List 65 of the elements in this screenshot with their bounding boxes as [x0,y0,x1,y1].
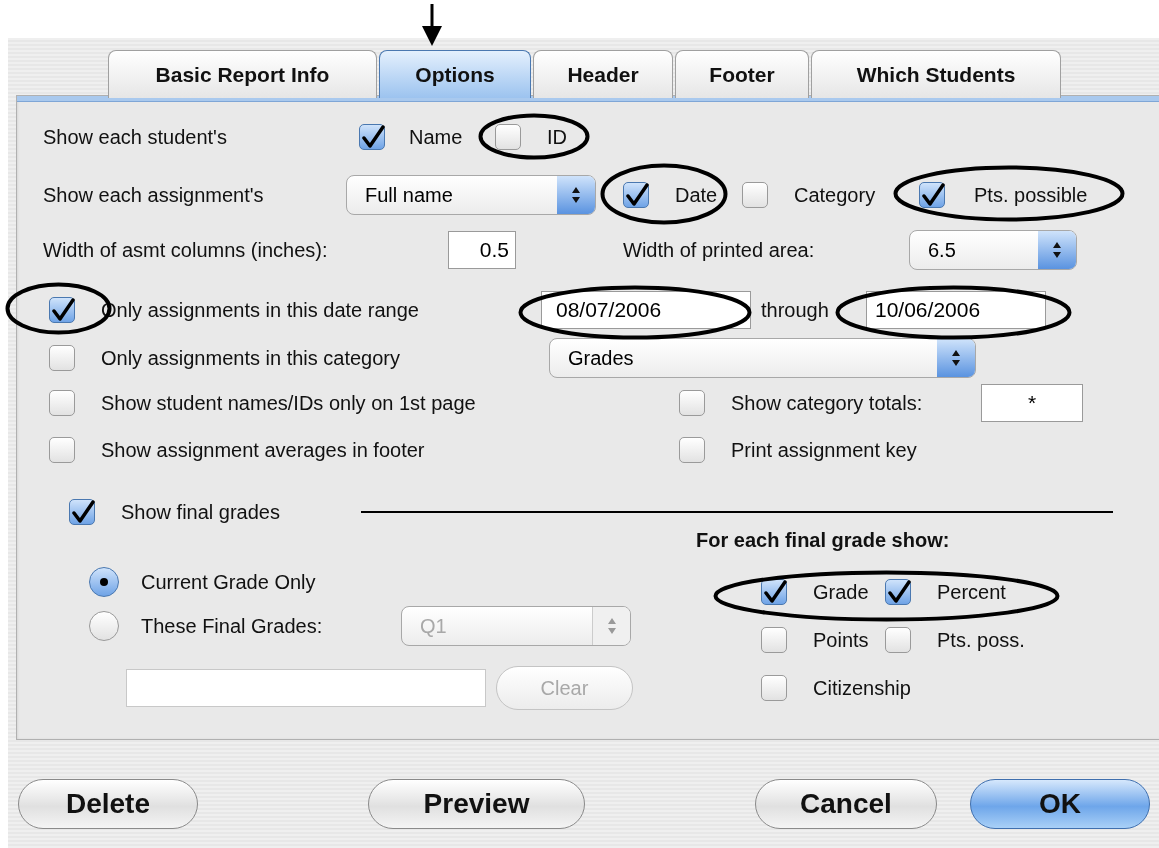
section-heading: For each final grade show: [696,528,951,552]
field-label: Width of printed area: [623,238,816,263]
radio-button[interactable] [89,611,119,641]
option-label: Show category totals: [731,391,924,416]
checkbox[interactable] [495,124,521,150]
date-field[interactable]: 08/07/2006 [541,291,751,329]
checkbox[interactable] [885,579,911,605]
dialog-button[interactable]: OK [970,779,1150,829]
option-label: Name [409,125,464,150]
option-label: through [761,298,830,323]
option-label: ID [547,125,567,150]
input-field[interactable]: 0.5 [448,231,516,269]
field-label: Width of asmt columns (inches): [43,238,329,263]
tab[interactable]: Which Students [811,50,1061,98]
checkbox[interactable] [49,437,75,463]
date-field[interactable]: 10/06/2006 [866,291,1046,329]
up-down-arrows-icon [1052,240,1062,260]
popup-menu[interactable]: Full name [346,175,596,215]
option-label: Percent [937,580,1007,605]
checkbox[interactable] [679,390,705,416]
checkbox[interactable] [761,675,787,701]
checkbox[interactable] [623,182,649,208]
option-label: Grade [813,580,870,605]
dialog-button[interactable]: Cancel [755,779,937,829]
dialog-button[interactable]: Delete [18,779,198,829]
input-field[interactable]: * [981,384,1083,422]
field-label: Show each assignment's [43,183,265,208]
field-label: Show each student's [43,125,228,150]
checkbox[interactable] [761,579,787,605]
checkbox[interactable] [49,345,75,371]
tab[interactable]: Basic Report Info [108,50,377,98]
up-down-arrows-icon [571,185,581,205]
option-label: These Final Grades: [141,614,324,639]
checkbox[interactable] [679,437,705,463]
checkbox[interactable] [885,627,911,653]
option-label: Pts. possible [974,183,1088,208]
checkbox[interactable] [742,182,768,208]
option-label: Only assignments in this category [101,346,402,371]
option-label: Date [675,183,719,208]
popup-menu[interactable]: Grades [549,338,976,378]
option-label: Points [813,628,870,653]
up-down-arrows-icon [951,348,961,368]
radio-button[interactable] [89,567,119,597]
option-label: Category [794,183,877,208]
option-label: Show student names/IDs only on 1st page [101,391,477,416]
checkbox[interactable] [49,297,75,323]
option-label: Show assignment averages in footer [101,438,426,463]
up-down-arrows-icon [606,616,617,636]
checkbox[interactable] [919,182,945,208]
option-label: Pts. poss. [937,628,1025,653]
option-label: Show final grades [121,500,281,525]
option-label: Print assignment key [731,438,917,463]
checkbox[interactable] [761,627,787,653]
option-label: Current Grade Only [141,570,316,595]
down-arrow-icon [421,4,443,46]
checkbox[interactable] [359,124,385,150]
checkbox[interactable] [49,390,75,416]
input-field[interactable] [126,669,486,707]
option-label: Citizenship [813,676,912,701]
dialog-button[interactable]: Preview [368,779,585,829]
popup-menu[interactable]: 6.5 [909,230,1077,270]
tab[interactable]: Options [379,50,531,98]
tab[interactable]: Header [533,50,673,98]
tab[interactable]: Footer [675,50,809,98]
checkbox[interactable] [69,499,95,525]
